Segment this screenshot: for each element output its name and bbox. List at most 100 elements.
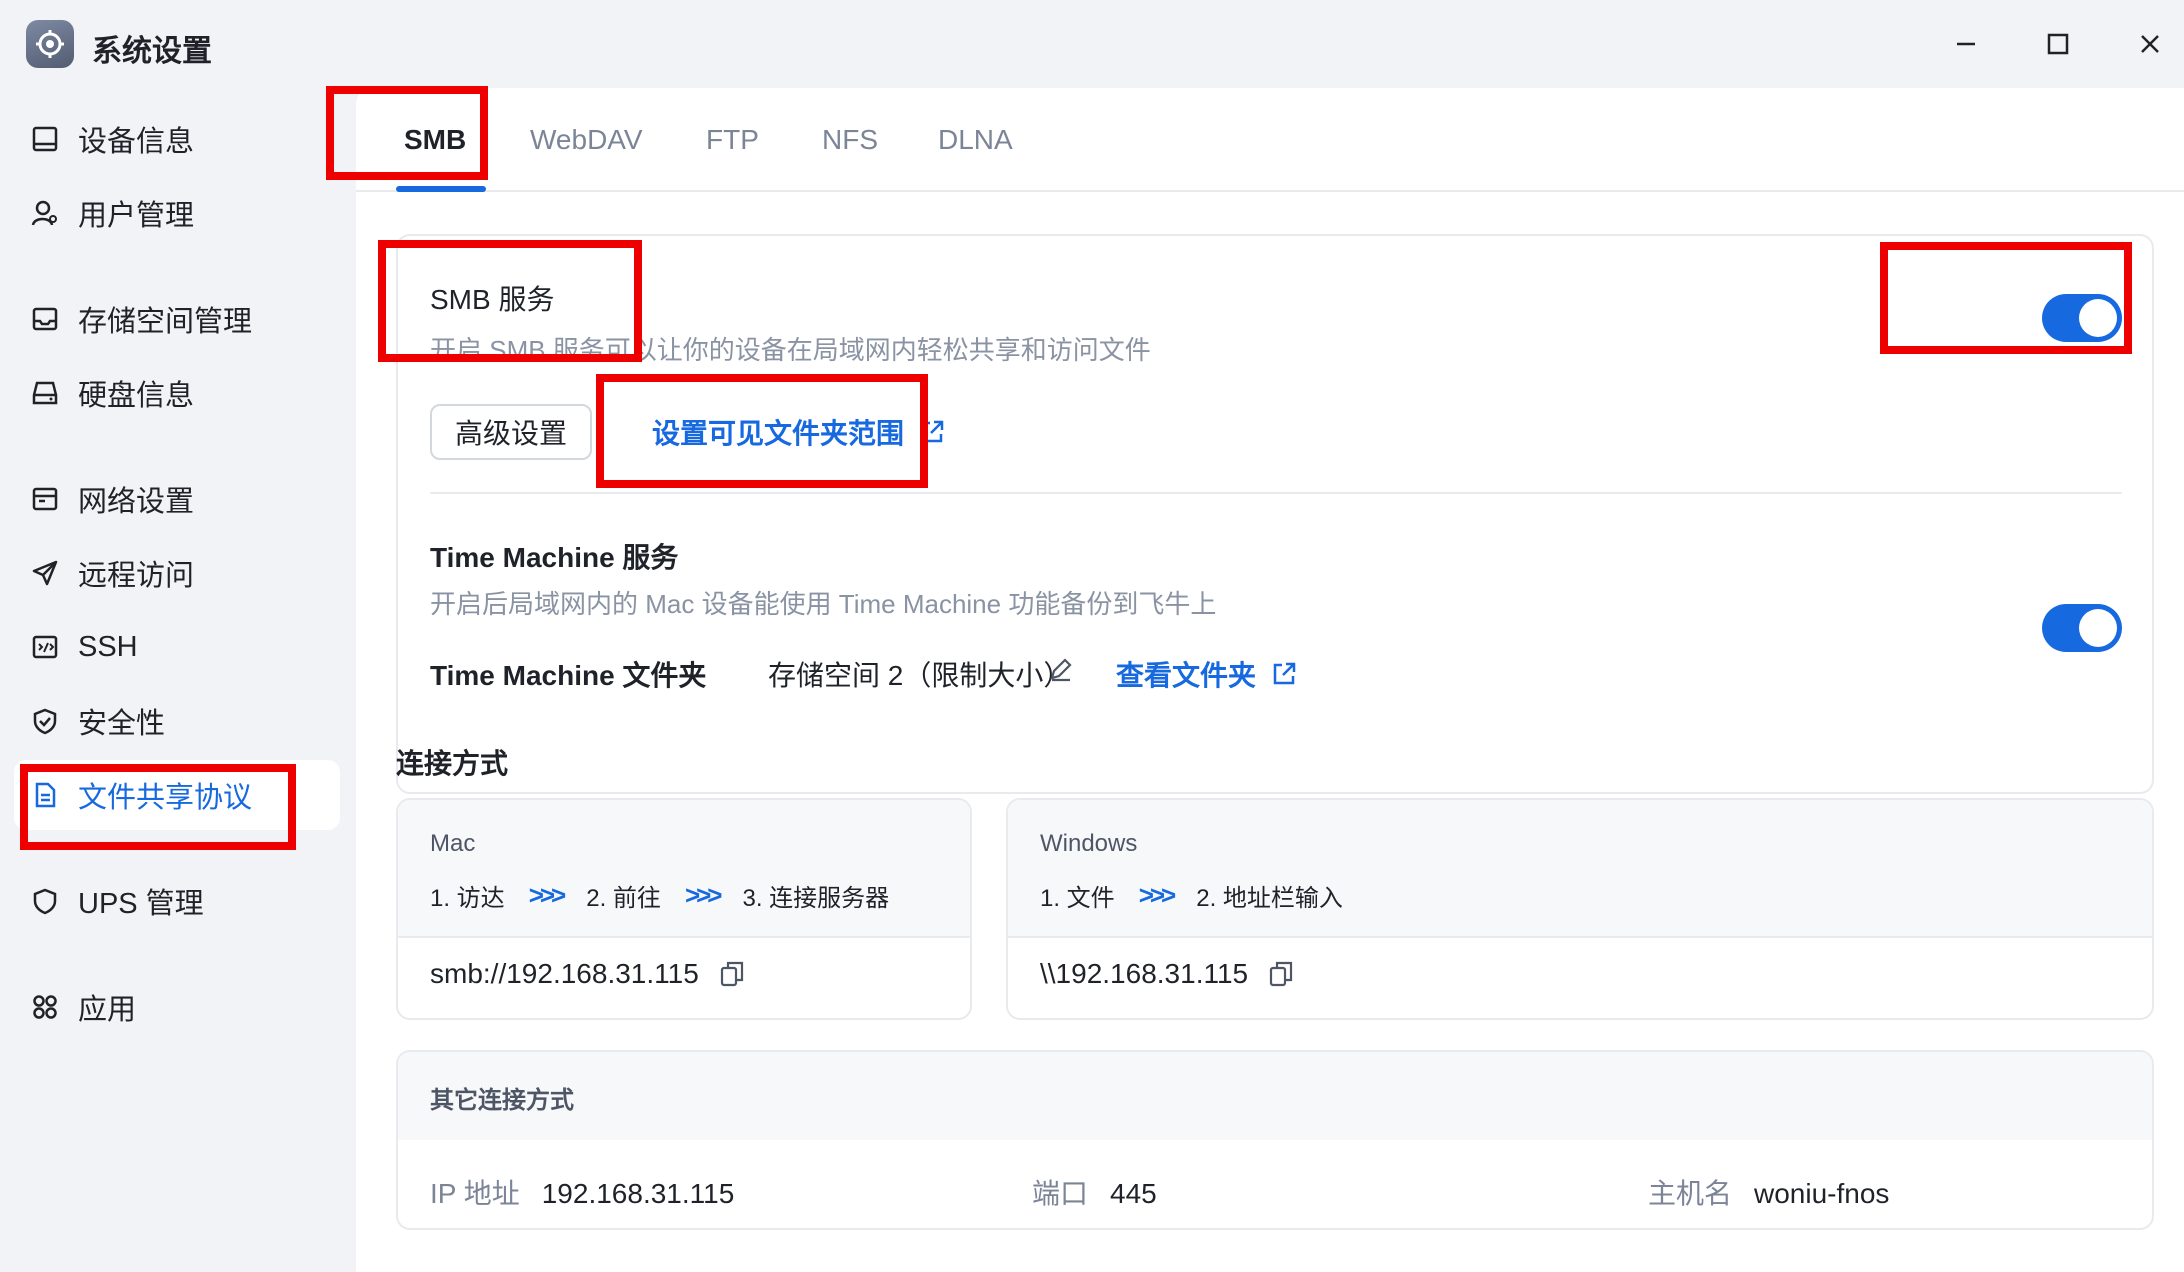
sidebar-item-label: UPS 管理	[78, 888, 204, 920]
ip-address-label: IP 地址	[430, 1178, 520, 1209]
other-connection-title: 其它连接方式	[430, 1087, 574, 1114]
active-tab-indicator	[396, 186, 486, 192]
settings-window: 系统设置 设备信息 用户管理 存储空间管理 硬盘信息 网络设置 远程访问 SSH…	[0, 0, 2184, 1272]
smb-service-toggle[interactable]	[2042, 294, 2122, 342]
sidebar-item-user-management[interactable]: 用户管理	[14, 178, 340, 248]
file-icon	[30, 780, 60, 810]
sidebar-item-remote-access[interactable]: 远程访问	[14, 538, 340, 608]
disk-icon	[30, 378, 60, 408]
main-panel: SMB WebDAV FTP NFS DLNA SMB 服务 开启 SMB 服务…	[356, 88, 2184, 1272]
windows-address-value: \\192.168.31.115	[1040, 958, 1249, 989]
sidebar-item-device-info[interactable]: 设备信息	[14, 104, 340, 174]
mac-step: 3. 连接服务器	[742, 885, 890, 912]
hostname-label: 主机名	[1648, 1178, 1733, 1209]
close-icon	[2141, 35, 2159, 53]
windows-os-label: Windows	[1040, 830, 1138, 857]
tab-ftp[interactable]: FTP	[706, 124, 759, 156]
tab-webdav[interactable]: WebDAV	[530, 124, 643, 156]
smb-service-description: 开启 SMB 服务可以让你的设备在局域网内轻松共享和访问文件	[430, 335, 1151, 365]
sidebar-item-label: 用户管理	[78, 200, 195, 232]
ip-address-value: 192.168.31.115	[541, 1178, 735, 1209]
other-connection-card: 其它连接方式 IP 地址 192.168.31.115 端口 445 主机名 woni…	[396, 1050, 2154, 1230]
mac-step: 2. 前往	[586, 885, 661, 912]
sidebar-item-label: 存储空间管理	[78, 306, 253, 338]
storage-icon	[30, 304, 60, 334]
tab-nfs[interactable]: NFS	[822, 124, 878, 156]
maximize-button[interactable]	[2036, 22, 2080, 66]
tab-smb[interactable]: SMB	[404, 124, 466, 156]
hostname-value: woniu-fnos	[1754, 1178, 1890, 1209]
time-machine-folder-value: 存储空间 2（限制大小）	[768, 660, 1072, 691]
port-value: 445	[1110, 1178, 1157, 1209]
view-folder-link[interactable]: 查看文件夹	[1116, 654, 1298, 694]
step-arrow-icon: >>>	[1138, 880, 1177, 910]
edit-icon[interactable]	[1048, 656, 1074, 687]
sidebar-item-disk-info[interactable]: 硬盘信息	[14, 358, 340, 428]
smb-service-title: SMB 服务	[430, 284, 555, 315]
device-icon	[30, 124, 60, 154]
mac-step: 1. 访达	[430, 885, 505, 912]
step-arrow-icon: >>>	[684, 880, 723, 910]
sidebar-item-label: 文件共享协议	[78, 782, 253, 814]
external-link-icon	[1270, 660, 1298, 688]
sidebar-item-storage[interactable]: 存储空间管理	[14, 284, 340, 354]
hostname-row: 主机名 woniu-fnos	[1648, 1172, 1889, 1212]
card-divider	[430, 492, 2122, 494]
sidebar-item-ssh[interactable]: SSH	[14, 612, 340, 682]
window-title: 系统设置	[92, 35, 212, 68]
time-machine-description: 开启后局域网内的 Mac 设备能使用 Time Machine 功能备份到飞牛上	[430, 589, 1217, 619]
view-folder-link-label: 查看文件夹	[1116, 660, 1257, 691]
toggle-knob	[2079, 299, 2117, 337]
windows-step: 2. 地址栏输入	[1196, 885, 1343, 912]
sidebar-item-label: 硬盘信息	[78, 380, 195, 412]
windows-step: 1. 文件	[1040, 885, 1115, 912]
send-icon	[30, 558, 60, 588]
advanced-settings-button[interactable]: 高级设置	[430, 404, 592, 460]
smb-service-card: SMB 服务 开启 SMB 服务可以让你的设备在局域网内轻松共享和访问文件 高级…	[396, 234, 2154, 794]
sidebar-item-label: 设备信息	[78, 126, 195, 158]
mac-steps: 1. 访达 >>> 2. 前往 >>> 3. 连接服务器	[430, 878, 889, 913]
settings-app-icon	[26, 20, 74, 68]
mac-address-value: smb://192.168.31.115	[430, 958, 699, 989]
toggle-knob	[2079, 609, 2117, 647]
sidebar-item-label: 安全性	[78, 708, 166, 740]
external-link-icon	[918, 418, 946, 446]
time-machine-service-toggle[interactable]	[2042, 604, 2122, 652]
minimize-icon	[1957, 42, 1975, 46]
sidebar-item-file-sharing[interactable]: 文件共享协议	[14, 760, 340, 830]
time-machine-title: Time Machine 服务	[430, 542, 679, 573]
time-machine-folder-label: Time Machine 文件夹	[430, 660, 707, 691]
copy-icon[interactable]	[719, 960, 745, 988]
sidebar-item-label: 应用	[78, 994, 137, 1026]
sidebar-item-apps[interactable]: 应用	[14, 972, 340, 1042]
mac-connection-header: Mac 1. 访达 >>> 2. 前往 >>> 3. 连接服务器	[398, 800, 970, 938]
copy-icon[interactable]	[1268, 960, 1294, 988]
apps-icon	[30, 992, 60, 1022]
ip-address-row: IP 地址 192.168.31.115	[430, 1172, 734, 1212]
maximize-icon	[2047, 33, 2069, 55]
windows-connection-header: Windows 1. 文件 >>> 2. 地址栏输入	[1008, 800, 2152, 938]
network-icon	[30, 484, 60, 514]
mac-os-label: Mac	[430, 830, 476, 857]
sidebar-item-network[interactable]: 网络设置	[14, 464, 340, 534]
windows-connection-card: Windows 1. 文件 >>> 2. 地址栏输入 \\192.168.31.…	[1006, 798, 2154, 1020]
protocol-tabs: SMB WebDAV FTP NFS DLNA	[356, 88, 2184, 192]
sidebar: 设备信息 用户管理 存储空间管理 硬盘信息 网络设置 远程访问 SSH 安全性	[0, 88, 356, 1272]
connection-section-title: 连接方式	[396, 748, 509, 779]
other-connection-header: 其它连接方式	[398, 1052, 2152, 1140]
user-icon	[30, 198, 60, 228]
sidebar-item-ups[interactable]: UPS 管理	[14, 866, 340, 936]
terminal-icon	[30, 632, 60, 662]
windows-steps: 1. 文件 >>> 2. 地址栏输入	[1040, 878, 1343, 913]
port-label: 端口	[1032, 1178, 1089, 1209]
tab-dlna[interactable]: DLNA	[938, 124, 1013, 156]
shield-check-icon	[30, 706, 60, 736]
folder-scope-link[interactable]: 设置可见文件夹范围	[652, 412, 946, 452]
minimize-button[interactable]	[1944, 22, 1988, 66]
close-button[interactable]	[2128, 22, 2172, 66]
sidebar-item-security[interactable]: 安全性	[14, 686, 340, 756]
sidebar-item-label: SSH	[78, 630, 138, 663]
title-bar: 系统设置	[0, 0, 2184, 88]
windows-address: \\192.168.31.115	[1040, 958, 1294, 990]
sidebar-item-label: 网络设置	[78, 486, 195, 518]
